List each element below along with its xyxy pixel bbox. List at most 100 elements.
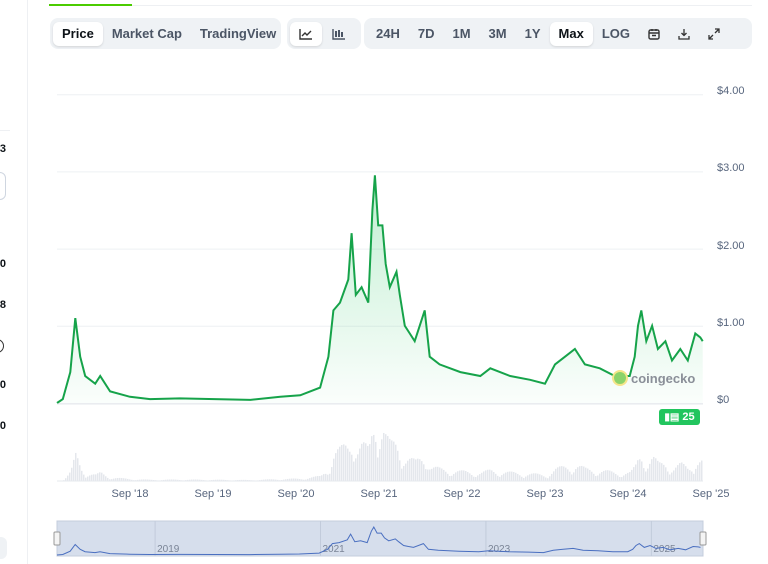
volume-bar	[583, 466, 585, 481]
volume-bar	[89, 475, 91, 481]
volume-bar	[679, 463, 681, 481]
x-tick-label: Sep '25	[692, 488, 730, 500]
volume-icon: ▮▤	[664, 411, 680, 423]
volume-bar	[365, 443, 367, 481]
volume-bar	[403, 465, 405, 481]
volume-bar	[615, 474, 617, 481]
volume-bar	[631, 469, 633, 481]
volume-bar	[97, 473, 99, 481]
volume-bar	[427, 469, 429, 481]
volume-bar	[643, 468, 645, 481]
volume-bar	[79, 465, 81, 481]
volume-bar	[451, 475, 453, 481]
volume-bar	[663, 464, 665, 481]
volume-bar	[525, 476, 527, 481]
volume-bar	[405, 463, 407, 481]
volume-bar	[511, 471, 513, 481]
volume-bar	[633, 467, 635, 481]
volume-bar	[87, 476, 89, 481]
x-tick-label: Sep '18	[111, 488, 149, 500]
volume-bar	[395, 444, 397, 481]
volume-bar	[693, 473, 695, 481]
volume-bar	[653, 456, 655, 481]
volume-bar	[317, 476, 319, 481]
volume-bar	[595, 476, 597, 481]
volume-bar	[515, 472, 517, 481]
volume-bar	[699, 462, 701, 481]
volume-bar	[459, 470, 461, 481]
volume-bar	[505, 472, 507, 481]
price-chart[interactable]: 2019 2021 2023 2025	[0, 0, 768, 564]
price-area	[57, 175, 703, 403]
volume-bar	[327, 474, 329, 481]
x-tick-label: Sep '22	[443, 488, 481, 500]
volume-bar	[589, 469, 591, 481]
volume-bar	[99, 472, 101, 481]
volume-bar	[347, 448, 349, 481]
volume-bar	[453, 473, 455, 481]
volume-bar	[389, 438, 391, 481]
y-tick-label: $2.00	[717, 239, 745, 252]
volume-bar	[369, 444, 371, 481]
volume-bar	[559, 466, 561, 481]
volume-bar	[101, 472, 103, 481]
volume-bar	[517, 473, 519, 481]
volume-bar	[345, 445, 347, 481]
volume-bar	[379, 449, 381, 481]
volume-bar	[75, 452, 77, 481]
x-tick-label: Sep '24	[609, 488, 647, 500]
x-tick-label: Sep '23	[526, 488, 564, 500]
volume-bar	[617, 475, 619, 481]
volume-bar	[623, 475, 625, 481]
volume-bar	[477, 475, 479, 481]
volume-bar	[69, 472, 71, 481]
volume-bar	[487, 469, 489, 481]
coingecko-logo-icon	[612, 370, 628, 386]
volume-bar	[371, 436, 373, 481]
volume-bar	[385, 434, 387, 481]
volume-bar	[415, 459, 417, 481]
volume-bar	[337, 449, 339, 481]
volume-bar	[361, 443, 363, 481]
volume-bar	[311, 477, 313, 481]
volume-bar	[315, 476, 317, 481]
volume-bar	[697, 465, 699, 481]
volume-bar	[67, 475, 69, 481]
volume-bar	[555, 468, 557, 481]
volume-bar	[599, 473, 601, 481]
volume-bar	[497, 475, 499, 481]
volume-bar	[91, 474, 93, 481]
volume-bar	[341, 445, 343, 481]
volume-bar	[565, 467, 567, 481]
volume-bar	[321, 475, 323, 481]
volume-bar	[77, 458, 79, 481]
volume-bar	[387, 436, 389, 481]
volume-bar	[671, 472, 673, 481]
volume-bar	[463, 470, 465, 481]
navigator-handle-right[interactable]	[699, 531, 707, 546]
volume-bar	[591, 471, 593, 481]
volume-bar	[105, 476, 107, 481]
navigator-handle-left[interactable]	[53, 531, 61, 546]
volume-bar	[325, 473, 327, 481]
volume-bar	[657, 460, 659, 481]
volume-bar	[377, 457, 379, 481]
volume-bar	[375, 441, 377, 481]
volume-bar	[551, 473, 553, 481]
volume-bar	[673, 470, 675, 481]
volume-bar	[381, 439, 383, 481]
volume-bar	[467, 472, 469, 481]
volume-bar	[563, 466, 565, 481]
volume-bar	[655, 458, 657, 481]
volume-bar	[447, 473, 449, 481]
volume-bar	[103, 474, 105, 481]
volume-bar	[419, 459, 421, 481]
volume-bar	[535, 473, 537, 481]
volume-bar	[489, 469, 491, 481]
volume-bar	[661, 463, 663, 481]
volume-bar	[349, 451, 351, 481]
volume-bar	[439, 467, 441, 481]
volume-bar	[669, 474, 671, 481]
volume-bar	[333, 458, 335, 481]
volume-bar	[641, 461, 643, 481]
